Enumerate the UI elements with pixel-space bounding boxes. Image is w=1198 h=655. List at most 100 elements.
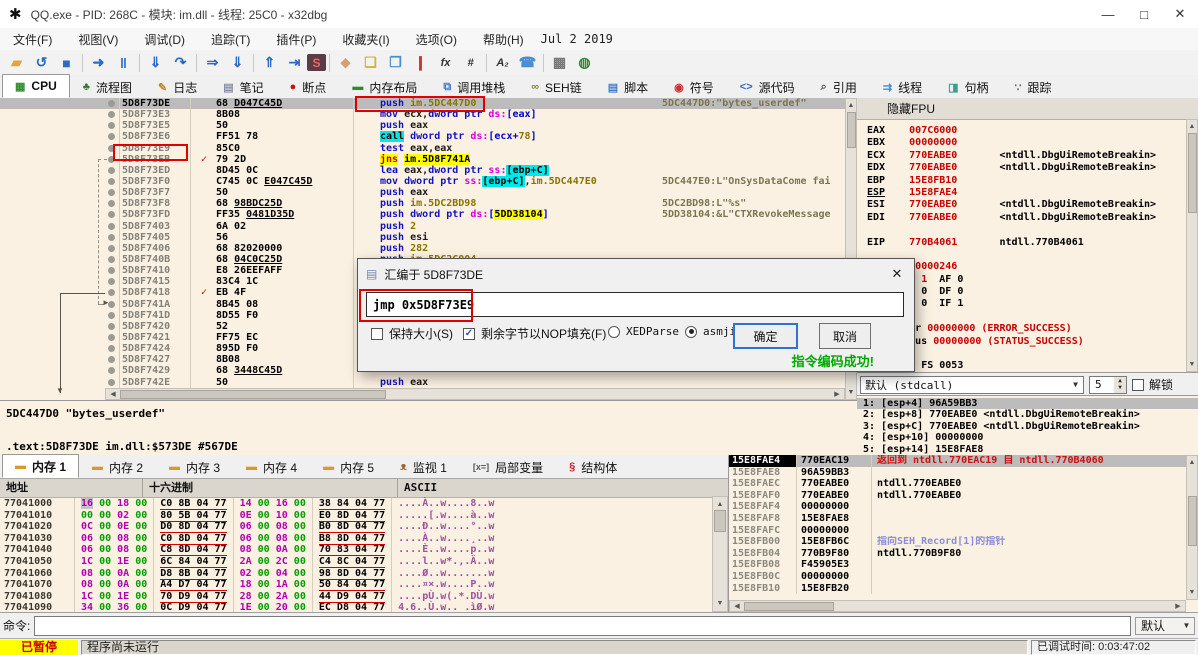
breakpoint-gutter[interactable] [0, 187, 122, 198]
tab-trace[interactable]: ∵ 跟踪 [1002, 75, 1065, 98]
breakpoint-dot-icon[interactable] [108, 322, 115, 330]
register-row[interactable] [867, 249, 1198, 261]
disasm-row[interactable]: 5D8F73E3 8B08 mov ecx,dword ptr ds:[eax] [0, 109, 845, 120]
scroll-thumb[interactable] [744, 602, 834, 611]
disasm-row[interactable]: 5D8F73F8 68 98BDC25D push im.5DC2BD98 5DC2B… [0, 198, 845, 209]
disasm-row[interactable]: 5D8F73E6 FF51 78 call dword ptr ds:[ecx+78… [0, 131, 845, 143]
dump-tab-watch-1[interactable]: ᴥ 监视 1 [387, 455, 460, 478]
stack-row[interactable]: 15E8FAE4 770EAC19 返回到 ntdll.770EAC19 自 ntd… [729, 455, 1186, 467]
breakpoint-dot-icon[interactable] [108, 356, 115, 364]
keep-size-checkbox[interactable] [371, 327, 383, 340]
command-profile-dropdown[interactable]: 默认 ▼ [1135, 616, 1195, 635]
menu-item[interactable]: 调试(D) [131, 31, 198, 48]
scroll-up-icon[interactable]: ▲ [1187, 121, 1197, 132]
tab-breakpoints[interactable]: ● 断点 [277, 75, 340, 98]
menu-item[interactable]: 追踪(T) [198, 31, 263, 48]
column-header-address[interactable]: 地址 [0, 479, 143, 497]
breakpoint-dot-icon[interactable] [108, 155, 115, 163]
restart-icon[interactable]: ↺ [29, 52, 54, 74]
comments-icon[interactable]: ❏ [358, 52, 383, 74]
breakpoint-gutter[interactable] [0, 343, 122, 354]
stack-row[interactable]: 15E8FAF8 15E8FAE8 [729, 512, 1186, 525]
chevron-down-icon[interactable]: ▼ [1068, 380, 1083, 389]
disasm-row[interactable]: 5D8F742E 50 push eax [0, 377, 845, 388]
ok-button[interactable]: 确定 [733, 323, 798, 349]
stack-hscrollbar[interactable]: ◀ ▶ [729, 600, 1186, 612]
stack-row[interactable]: 15E8FAF4 00000000 [729, 501, 1186, 513]
breakpoint-dot-icon[interactable] [108, 255, 115, 263]
breakpoint-gutter[interactable] [0, 131, 122, 142]
disasm-row[interactable]: 5D8F73E5 50 push eax [0, 120, 845, 131]
disasm-row[interactable]: 5D8F73F0 C745 0C E047C45D mov dword ptr ss… [0, 175, 845, 187]
maximize-button[interactable]: □ [1126, 0, 1162, 28]
register-row[interactable]: EDI 770EABE0 <ntdll.DbgUiRemoteBreakin> [867, 212, 1198, 224]
breakpoint-gutter[interactable] [0, 209, 122, 220]
breakpoint-dot-icon[interactable] [108, 122, 115, 130]
stack-row[interactable]: 15E8FB0C 00000000 [729, 570, 1186, 583]
unlock-checkbox[interactable] [1132, 378, 1144, 391]
argument-row[interactable]: 4: [esp+10] 00000000 [857, 432, 1198, 443]
breakpoint-gutter[interactable] [0, 109, 122, 120]
menu-item[interactable]: 视图(V) [65, 31, 131, 48]
tab-call-stack[interactable]: ⧉ 调用堆栈 [430, 75, 518, 98]
hide-fpu-button[interactable]: 隐藏FPU [857, 98, 1198, 120]
disasm-row[interactable]: 5D8F73ED 8D45 0C lea eax,dword ptr ss:[ebp… [0, 164, 845, 176]
patch-icon[interactable]: ⬥ [333, 52, 358, 74]
xedparse-radio[interactable] [608, 325, 620, 338]
run-to-icon[interactable]: ⇒ [200, 52, 225, 74]
dump-row[interactable]: 77041030 06 00 08 00 C0 8D 04 77 06 00 08 0… [0, 532, 728, 545]
scroll-down-icon[interactable]: ▼ [713, 598, 727, 609]
memory-dump-pane[interactable]: ▬ 内存 1 ▬ 内存 2 ▬ 内存 3 ▬ 内存 4 ▬ 内存 5 ᴥ 监视 1 [x=] 局部变量 § 结… [0, 454, 728, 615]
tab-memory-map[interactable]: ▬ 内存布局 [339, 75, 430, 98]
register-row[interactable]: EBP 15E8FB10 [867, 175, 1198, 187]
scroll-thumb[interactable] [847, 112, 856, 148]
chevron-down-icon[interactable]: ▼ [1179, 621, 1194, 630]
breakpoint-dot-icon[interactable] [108, 100, 115, 107]
register-row[interactable]: LastError 00000000 (ERROR_SUCCESS) [867, 323, 1198, 335]
fill-nop-option[interactable]: ✓ 剩余字节以NOP填充(F) [463, 325, 606, 342]
phone-icon[interactable]: ☎ [515, 52, 540, 74]
dump-row[interactable]: 77041000 16 00 18 00 C0 8B 04 77 14 00 16 0… [0, 498, 728, 510]
disasm-row[interactable]: 5D8F73FD FF35 0481D35D push dword ptr ds:[… [0, 209, 845, 221]
tab-references[interactable]: ⌕ 引用 [808, 75, 870, 98]
dump-row[interactable]: 77041060 08 00 0A 00 D8 8B 04 77 02 00 04 0… [0, 567, 728, 580]
registers-vscrollbar[interactable]: ▲ ▼ [1186, 119, 1198, 372]
tab-symbols[interactable]: ◉ 符号 [661, 75, 727, 98]
disasm-row[interactable]: 5D8F7405 56 push esi [0, 232, 845, 243]
breakpoint-dot-icon[interactable] [108, 378, 115, 386]
minimize-button[interactable]: — [1090, 0, 1126, 28]
stack-row[interactable]: 15E8FB08 F45905E3 [729, 559, 1186, 571]
breakpoint-dot-icon[interactable] [108, 211, 115, 219]
close-button[interactable]: ✕ [1162, 0, 1198, 28]
breakpoint-dot-icon[interactable] [108, 244, 115, 252]
dump-tab-memory-3[interactable]: ▬ 内存 3 [156, 455, 233, 478]
scroll-right-icon[interactable]: ▶ [1173, 601, 1183, 612]
execute-till-return-icon[interactable]: ⇑ [257, 52, 282, 74]
menu-item[interactable]: 帮助(H) [470, 31, 537, 48]
seh-icon[interactable]: S [307, 54, 326, 71]
column-header-hex[interactable]: 十六进制 [143, 479, 398, 497]
run-to-user-code-icon[interactable]: ⇥ [282, 52, 307, 74]
tab-handles[interactable]: ◨ 句柄 [935, 75, 1001, 98]
fill-nop-checkbox[interactable]: ✓ [463, 327, 475, 340]
breakpoint-gutter[interactable] [0, 365, 122, 376]
breakpoint-gutter[interactable] [0, 232, 122, 243]
stack-vscrollbar[interactable]: ▲ ▼ [1186, 455, 1198, 600]
stack-row[interactable]: 15E8FAEC 770EABE0 ntdll.770EABE0 [729, 478, 1186, 490]
breakpoint-dot-icon[interactable] [108, 345, 115, 353]
stack-row[interactable]: 15E8FB04 770B9F80 ntdll.770B9F80 [729, 547, 1186, 560]
breakpoint-dot-icon[interactable] [108, 200, 115, 208]
argument-row[interactable]: 1: [esp+4] 96A59BB3 [857, 398, 1198, 410]
command-input[interactable] [34, 615, 1131, 636]
register-row[interactable]: EBX 00000000 [867, 137, 1198, 149]
scroll-thumb[interactable] [120, 390, 386, 399]
arguments-pane[interactable]: 1: [esp+4] 96A59BB3 2: [esp+8] 770EABE0 <… [857, 395, 1198, 455]
register-row[interactable]: EIP 770B4061 ntdll.770B4061 [867, 237, 1198, 249]
breakpoint-dot-icon[interactable] [108, 177, 115, 185]
scroll-up-icon[interactable]: ▲ [1187, 457, 1197, 468]
scroll-left-icon[interactable]: ◀ [108, 389, 118, 400]
register-row[interactable]: ESI 770EABE0 <ntdll.DbgUiRemoteBreakin> [867, 199, 1198, 211]
stack-row[interactable]: 15E8FB00 15E8FB6C 指向SEH_Record[1]的指针 [729, 536, 1186, 548]
argument-row[interactable]: 5: [esp+14] 15E8FAE8 [857, 444, 1198, 455]
breakpoint-gutter[interactable] [0, 321, 122, 332]
